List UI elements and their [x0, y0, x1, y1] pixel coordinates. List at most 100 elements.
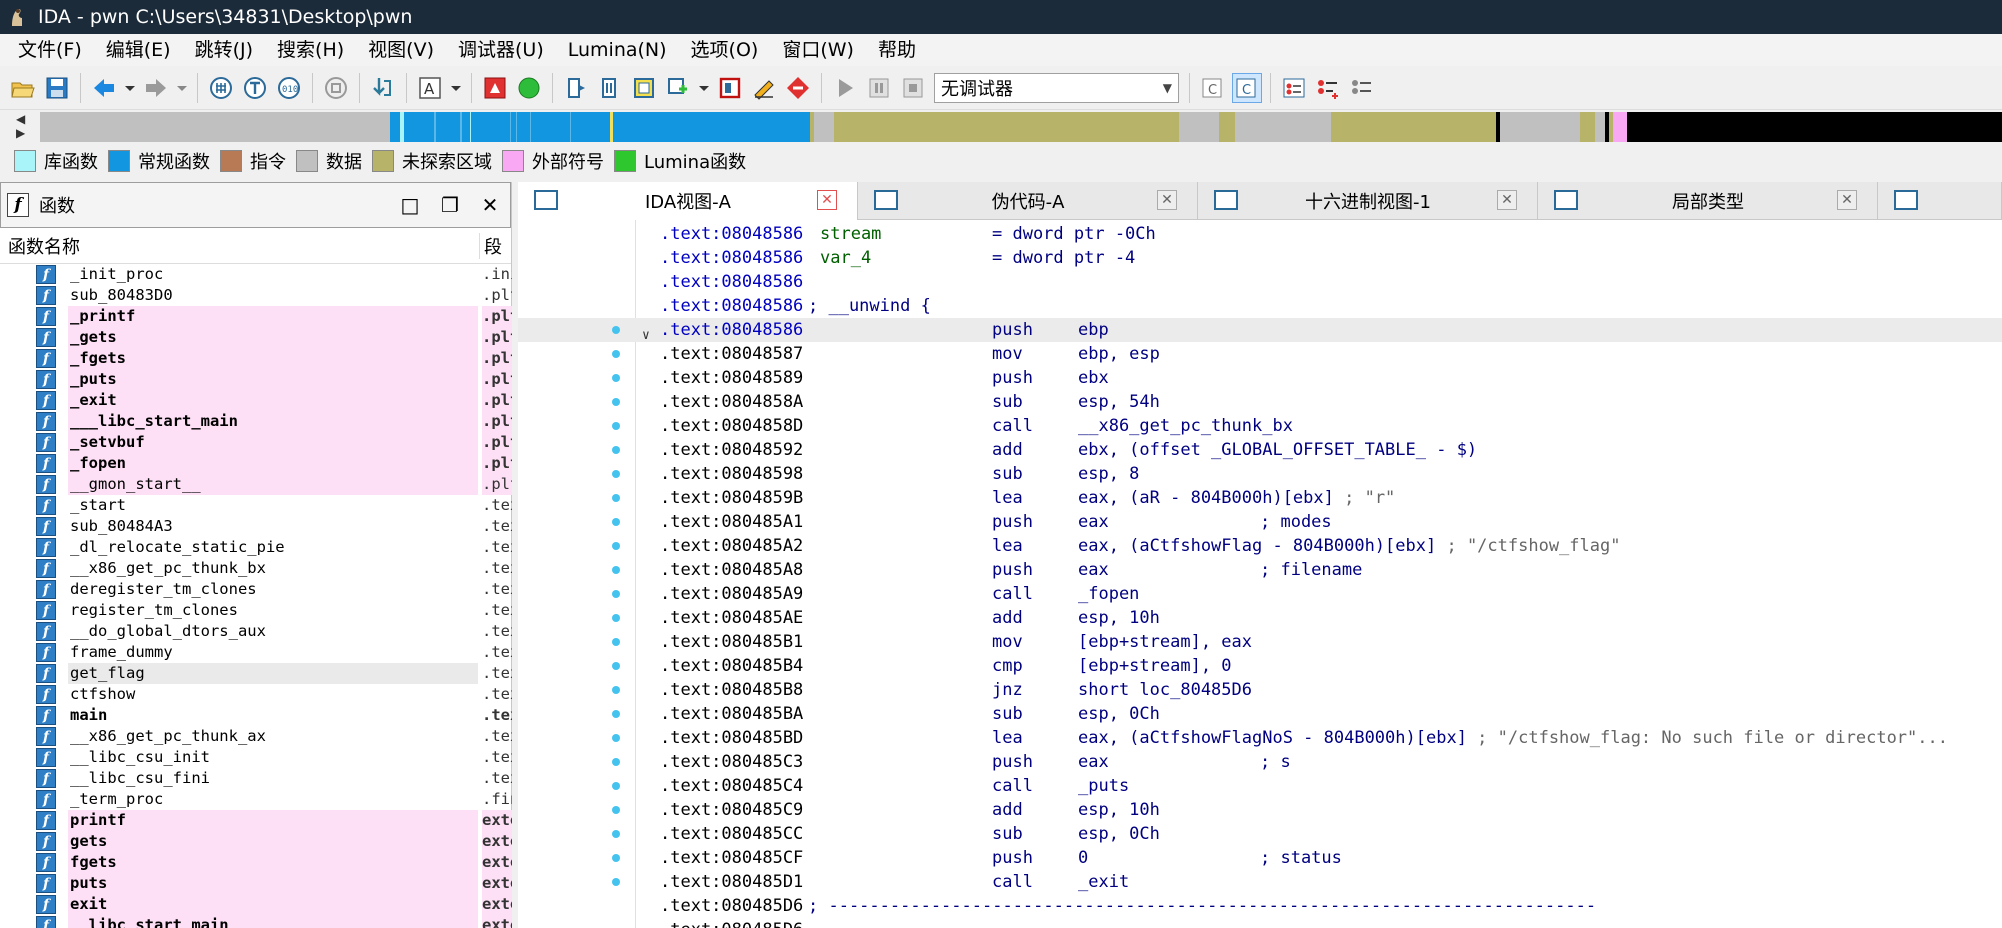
menu-item[interactable]: Lumina(N) — [556, 34, 679, 66]
column-function-name[interactable]: 函数名称 — [0, 233, 479, 259]
menu-item[interactable]: 调试器(U) — [446, 34, 556, 66]
segment-icon[interactable] — [715, 73, 745, 103]
menu-item[interactable]: 视图(V) — [356, 34, 446, 66]
back-icon[interactable] — [89, 73, 119, 103]
open-icon[interactable] — [8, 73, 38, 103]
function-row[interactable]: fmain .text — [0, 705, 512, 726]
tab-close-icon[interactable]: ✕ — [1837, 190, 1857, 210]
function-row[interactable]: ffgetsextern — [0, 852, 512, 873]
menu-item[interactable]: 搜索(H) — [265, 34, 356, 66]
disasm-line[interactable]: .text:080485D6 — [518, 918, 2002, 928]
menu-item[interactable]: 文件(F) — [6, 34, 94, 66]
function-row[interactable]: fgetsextern — [0, 831, 512, 852]
menu-item[interactable]: 编辑(E) — [94, 34, 183, 66]
tab-4[interactable]: 局部类型 ✕ — [1538, 182, 1878, 220]
function-row[interactable]: f _fopen.plt — [0, 453, 512, 474]
function-row[interactable]: f deregister_tm_clones .text — [0, 579, 512, 600]
disasm-line[interactable]: .text:080485A8 push eax ; filename — [518, 558, 2002, 582]
disasm-line[interactable]: .text:080485B4 cmp [ebp+stream], 0 — [518, 654, 2002, 678]
disasm-line[interactable]: .text:080485A9 call _fopen — [518, 582, 2002, 606]
disasm-line[interactable]: .text:08048586 var_4 = dword ptr -4 — [518, 246, 2002, 270]
disasm-line[interactable]: .text:080485CF push 0 ; status — [518, 846, 2002, 870]
save-icon[interactable] — [42, 73, 72, 103]
navigation-strip[interactable] — [40, 112, 2002, 142]
function-row[interactable]: f __gmon_start__.plt — [0, 474, 512, 495]
function-row[interactable]: f __libc_start_main extern — [0, 915, 512, 928]
pause-icon[interactable] — [864, 73, 894, 103]
function-row[interactable]: f _printf.plt — [0, 306, 512, 327]
code-icon[interactable] — [561, 73, 591, 103]
disasm-line[interactable]: .text:080485A2 lea eax, (aCtfshowFlag - 80… — [518, 534, 2002, 558]
trace-icon[interactable] — [1347, 73, 1377, 103]
function-row[interactable]: f sub_80484A3 .text — [0, 516, 512, 537]
jump-down-icon[interactable] — [368, 73, 398, 103]
back-dropdown-icon[interactable] — [123, 73, 137, 103]
menu-item[interactable]: 跳转(J) — [183, 34, 265, 66]
breakpoint-list-icon[interactable] — [1279, 73, 1309, 103]
patch-icon[interactable] — [749, 73, 779, 103]
maximize-icon[interactable]: □ — [390, 193, 430, 217]
enum-dropdown-icon[interactable] — [697, 73, 711, 103]
hex-view-icon[interactable]: 010 — [274, 73, 304, 103]
disasm-line[interactable]: .text:080485D6; ------------------------… — [518, 894, 2002, 918]
tab-3[interactable]: 十六进制视图-1 ✕ — [1198, 182, 1538, 220]
menu-item[interactable]: 选项(O) — [679, 34, 771, 66]
function-row[interactable]: f _exit.plt — [0, 390, 512, 411]
string-dropdown-icon[interactable] — [449, 73, 463, 103]
disasm-line[interactable]: ∨ .text:08048586 push ebp — [518, 318, 2002, 343]
forward-dropdown-icon[interactable] — [175, 73, 189, 103]
disasm-line[interactable]: .text:08048592 add ebx, (offset _GLOBAL_OF… — [518, 438, 2002, 462]
run-green-icon[interactable] — [514, 73, 544, 103]
disasm-line[interactable]: .text:080485BA sub esp, 0Ch — [518, 702, 2002, 726]
ascii-string-icon[interactable]: A — [415, 73, 445, 103]
disasm-line[interactable]: .text:0804858A sub esp, 54h — [518, 390, 2002, 414]
function-row[interactable]: f _setvbuf.plt — [0, 432, 512, 453]
column-segment[interactable]: 段 — [479, 232, 511, 259]
disasm-line[interactable]: .text:0804859B lea eax, (aR - 804B000h)[eb… — [518, 486, 2002, 510]
function-row[interactable]: f __x86_get_pc_thunk_bx .text — [0, 558, 512, 579]
tab-close-icon[interactable]: ✕ — [817, 190, 837, 210]
function-row[interactable]: f register_tm_clones .text — [0, 600, 512, 621]
disabled-tool-icon[interactable] — [321, 73, 351, 103]
nav-band-arrows[interactable]: ◀ ▶ — [16, 112, 34, 142]
add-breakpoint-icon[interactable] — [1313, 73, 1343, 103]
disasm-line[interactable]: .text:080485AE add esp, 10h — [518, 606, 2002, 630]
function-row[interactable]: f sub_80483D0 .plt — [0, 285, 512, 306]
menu-item[interactable]: 帮助 — [866, 34, 928, 66]
graph-view-icon[interactable] — [206, 73, 236, 103]
struct-icon[interactable] — [629, 73, 659, 103]
function-row[interactable]: f _start .text — [0, 495, 512, 516]
data-icon[interactable] — [595, 73, 625, 103]
disasm-line[interactable]: .text:08048586; __unwind { — [518, 294, 2002, 318]
undefine-icon[interactable] — [783, 73, 813, 103]
tab-extra[interactable] — [1878, 182, 2002, 220]
disasm-line[interactable]: .text:08048587 mov ebp, esp — [518, 342, 2002, 366]
function-row[interactable]: f get_flag.text — [0, 663, 512, 684]
forward-icon[interactable] — [141, 73, 171, 103]
function-row[interactable]: fputsextern — [0, 873, 512, 894]
function-row[interactable]: fexitextern — [0, 894, 512, 915]
disasm-line[interactable]: .text:08048586 stream = dword ptr -0Ch — [518, 222, 2002, 246]
function-row[interactable]: f ___libc_start_main.plt — [0, 411, 512, 432]
function-row[interactable]: f __libc_csu_init .text — [0, 747, 512, 768]
function-row[interactable]: f _gets.plt — [0, 327, 512, 348]
disasm-line[interactable]: .text:080485B1 mov [ebp+stream], eax — [518, 630, 2002, 654]
function-row[interactable]: f _fgets.plt — [0, 348, 512, 369]
disasm-line[interactable]: .text:080485B8 jnz short loc_80485D6 — [518, 678, 2002, 702]
function-row[interactable]: f __libc_csu_fini .text — [0, 768, 512, 789]
disassembly-view[interactable]: .text:08048586 stream = dword ptr -0Ch .tex… — [518, 220, 2002, 928]
function-row[interactable]: f _init_proc .init — [0, 264, 512, 285]
tab-2[interactable]: 伪代码-A ✕ — [858, 182, 1198, 220]
function-row[interactable]: f frame_dummy .text — [0, 642, 512, 663]
function-row[interactable]: f __x86_get_pc_thunk_ax .text — [0, 726, 512, 747]
text-view-icon[interactable] — [240, 73, 270, 103]
disasm-line[interactable]: .text:08048589 push ebx — [518, 366, 2002, 390]
restore-icon[interactable]: ❐ — [430, 193, 470, 217]
enum-icon[interactable] — [663, 73, 693, 103]
tab-close-icon[interactable]: ✕ — [1497, 190, 1517, 210]
disasm-line[interactable]: .text:080485C9 add esp, 10h — [518, 798, 2002, 822]
disasm-line[interactable]: .text:080485C3 push eax ; s — [518, 750, 2002, 774]
function-row[interactable]: f ctfshow .text — [0, 684, 512, 705]
disasm-line[interactable]: .text:080485A1 push eax ; modes — [518, 510, 2002, 534]
tab-close-icon[interactable]: ✕ — [1157, 190, 1177, 210]
